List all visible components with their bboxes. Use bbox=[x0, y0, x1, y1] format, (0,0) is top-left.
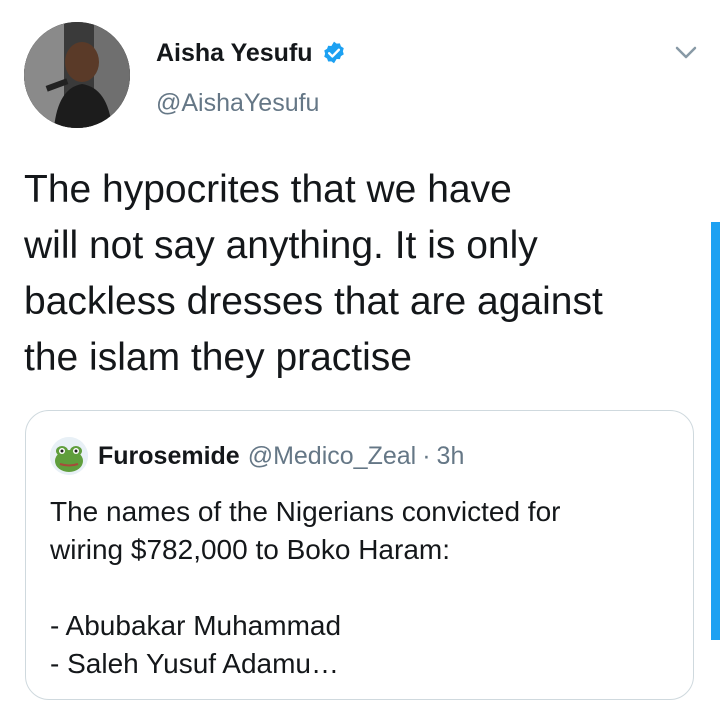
quoted-author-avatar bbox=[50, 437, 88, 475]
author-name[interactable]: Aisha Yesufu bbox=[156, 38, 313, 68]
frog-avatar-icon bbox=[50, 437, 88, 475]
profile-photo-icon bbox=[24, 22, 130, 128]
quoted-author-handle: @Medico_Zeal bbox=[247, 441, 417, 470]
chevron-down-icon[interactable] bbox=[672, 40, 700, 64]
quoted-tweet-text: The names of the Nigerians convicted for… bbox=[50, 496, 561, 679]
scrollbar[interactable] bbox=[711, 222, 720, 640]
tweet-text: The hypocrites that we have will not say… bbox=[24, 168, 603, 379]
quoted-author-name: Furosemide bbox=[98, 441, 240, 470]
quoted-tweet-card[interactable]: Furosemide @Medico_Zeal · 3h The names o… bbox=[25, 410, 694, 700]
verified-badge-icon bbox=[323, 41, 344, 64]
author-handle[interactable]: @AishaYesufu bbox=[156, 88, 319, 118]
quoted-timestamp: 3h bbox=[436, 441, 465, 470]
separator-dot: · bbox=[422, 441, 431, 470]
author-avatar[interactable] bbox=[24, 22, 130, 128]
